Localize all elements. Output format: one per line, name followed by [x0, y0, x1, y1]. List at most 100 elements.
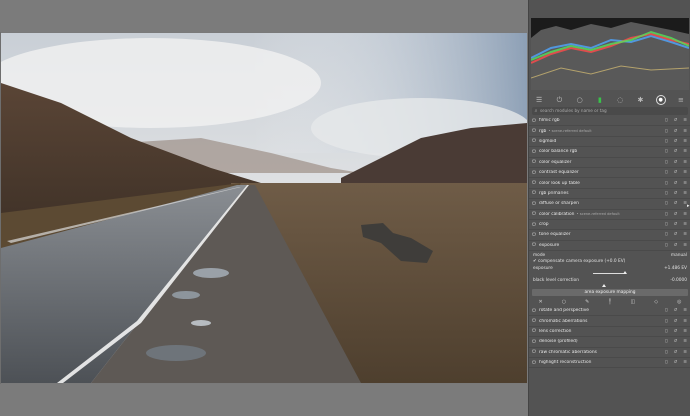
shapes-icon[interactable]: ◇	[654, 299, 658, 305]
multi-instance-icon[interactable]: ▯	[665, 160, 667, 165]
module-denoise-profiled[interactable]: ⏻ denoise (profiled) ▯ ↺ ≡	[529, 337, 690, 348]
blend-icon[interactable]: ◎	[677, 299, 681, 305]
image-canvas[interactable]	[1, 33, 527, 383]
reset-icon[interactable]: ↺	[673, 232, 677, 237]
exposure-slider-knob[interactable]	[623, 271, 627, 274]
black-level-slider[interactable]: black level correction -0.0000	[533, 277, 687, 284]
presets-icon[interactable]: ≡	[683, 222, 687, 227]
pen-icon[interactable]: ✎	[585, 299, 589, 305]
multi-instance-icon[interactable]: ▯	[665, 181, 667, 186]
module-crop[interactable]: ⏻ crop ▯ ↺ ≡	[529, 220, 690, 231]
module-diffuse-or-sharpen[interactable]: ⏻ diffuse or sharpen ▯ ↺ ≡	[529, 199, 690, 210]
power-icon[interactable]: ⏻	[529, 190, 539, 196]
module-lens-correction[interactable]: ⏻ lens correction ▯ ↺ ≡	[529, 327, 690, 338]
module-rgb-primaries[interactable]: ⏻ rgb primaries ▯ ↺ ≡	[529, 189, 690, 200]
reset-icon[interactable]: ↺	[673, 308, 677, 313]
module-tone-equalizer[interactable]: ⏻ tone equalizer ▯ ↺ ≡	[529, 230, 690, 241]
multi-instance-icon[interactable]: ▯	[665, 139, 667, 144]
multi-instance-icon[interactable]: ▯	[665, 350, 667, 355]
module-chromatic-aberrations[interactable]: ⏻ chromatic aberrations ▯ ↺ ≡	[529, 316, 690, 327]
multi-instance-icon[interactable]: ▯	[665, 212, 667, 217]
multi-instance-icon[interactable]: ▯	[665, 129, 667, 134]
power-icon[interactable]: ⏻	[529, 232, 539, 238]
presets-icon[interactable]: ≡	[683, 243, 687, 248]
reset-icon[interactable]: ↺	[673, 139, 677, 144]
presets-icon[interactable]: ≡	[683, 118, 687, 123]
presets-icon[interactable]: ≡	[683, 181, 687, 186]
power-icon[interactable]: ⏻	[529, 149, 539, 155]
reset-icon[interactable]: ↺	[673, 339, 677, 344]
reset-icon[interactable]: ↺	[673, 212, 677, 217]
multi-instance-icon[interactable]: ▯	[665, 329, 667, 334]
multi-instance-icon[interactable]: ▯	[665, 118, 667, 123]
module-sigmoid[interactable]: ⏻ sigmoid ▯ ↺ ≡	[529, 137, 690, 148]
presets-icon[interactable]: ≡	[683, 191, 687, 196]
power-icon[interactable]: ⏻	[529, 159, 539, 165]
module-contrast-equalizer[interactable]: ⏻ contrast equalizer ▯ ↺ ≡	[529, 168, 690, 179]
presets-icon[interactable]: ≡	[683, 232, 687, 237]
sliders-icon[interactable]: ☰	[534, 95, 544, 105]
multi-instance-icon[interactable]: ▯	[665, 232, 667, 237]
reset-icon[interactable]: ↺	[673, 149, 677, 154]
presets-icon[interactable]: ≡	[683, 319, 687, 324]
power-icon[interactable]: ⏻	[529, 180, 539, 186]
presets-icon[interactable]: ≡	[683, 170, 687, 175]
brush-icon[interactable]: ╿	[608, 299, 611, 305]
area-exposure-mapping-section[interactable]: area exposure mapping	[532, 289, 688, 296]
power-icon[interactable]: ⏻	[529, 318, 539, 324]
presets-icon[interactable]: ≡	[683, 212, 687, 217]
module-color-look-up-table[interactable]: ⏻ color look up table ▯ ↺ ≡	[529, 178, 690, 189]
power-icon[interactable]: ⏻	[529, 222, 539, 228]
presets-icon[interactable]: ≡	[683, 350, 687, 355]
multi-instance-icon[interactable]: ▯	[665, 308, 667, 313]
power-icon[interactable]: ⏻	[529, 138, 539, 144]
power-icon[interactable]: ⏻	[529, 360, 539, 366]
reset-icon[interactable]: ↺	[673, 191, 677, 196]
circle-icon[interactable]: ○	[575, 95, 585, 105]
reset-icon[interactable]: ↺	[673, 350, 677, 355]
compensate-checkbox[interactable]: ✔ compensate camera exposure (+0.0 EV)	[533, 258, 687, 265]
color-module-icon[interactable]: ▮	[595, 95, 605, 105]
multi-instance-icon[interactable]: ▯	[665, 243, 667, 248]
power-icon[interactable]: ⏻	[529, 328, 539, 334]
power-icon[interactable]: ⏻	[529, 211, 539, 217]
module-rgb[interactable]: ⏻ rgb • scene-referred default ▯ ↺ ≡	[529, 126, 690, 137]
favorite-icon[interactable]: ●	[655, 95, 666, 105]
reset-icon[interactable]: ↺	[673, 181, 677, 186]
reset-icon[interactable]: ↺	[673, 129, 677, 134]
power-icon[interactable]: ⏻	[529, 339, 539, 345]
reset-icon[interactable]: ↺	[673, 360, 677, 365]
drop-icon[interactable]: ◌	[615, 95, 625, 105]
multi-instance-icon[interactable]: ▯	[665, 360, 667, 365]
reset-icon[interactable]: ↺	[673, 329, 677, 334]
module-filmic-rgb[interactable]: ⏻ filmic rgb ▯ ↺ ≡	[529, 116, 690, 127]
histogram[interactable]	[531, 18, 689, 90]
power-icon[interactable]: ⏻	[529, 128, 539, 134]
reset-icon[interactable]: ↺	[673, 201, 677, 206]
reset-icon[interactable]: ↺	[673, 160, 677, 165]
multi-instance-icon[interactable]: ▯	[665, 319, 667, 324]
power-icon[interactable]: ⏻	[529, 308, 539, 314]
close-icon[interactable]: ✕	[539, 299, 543, 305]
power-icon[interactable]: ⏻	[529, 118, 539, 124]
module-rotate-and-perspective[interactable]: ⏻ rotate and perspective ▯ ↺ ≡	[529, 306, 690, 317]
module-color-balance-rgb[interactable]: ⏻ color balance rgb ▯ ↺ ≡	[529, 147, 690, 158]
power-icon[interactable]: ⏻	[529, 349, 539, 355]
black-level-slider-knob[interactable]	[602, 284, 606, 287]
module-exposure[interactable]: ⏻ exposure ▯ ↺ ≡	[529, 241, 690, 252]
reset-icon[interactable]: ↺	[673, 170, 677, 175]
module-raw-chromatic-aberrations[interactable]: ⏻ raw chromatic aberrations ▯ ↺ ≡	[529, 348, 690, 358]
presets-icon[interactable]: ≡	[683, 308, 687, 313]
power-icon[interactable]: ⏻	[529, 170, 539, 176]
power-icon[interactable]: ⏻	[529, 242, 539, 248]
exposure-slider-track[interactable]	[593, 273, 625, 274]
presets-icon[interactable]: ≡	[683, 339, 687, 344]
reset-icon[interactable]: ↺	[673, 319, 677, 324]
search-input[interactable]: ⌕ search modules by name or tag	[532, 107, 688, 115]
multi-instance-icon[interactable]: ▯	[665, 170, 667, 175]
reset-icon[interactable]: ↺	[673, 118, 677, 123]
presets-icon[interactable]: ≡	[683, 149, 687, 154]
presets-icon[interactable]: ≡	[683, 129, 687, 134]
power-icon[interactable]: ⏻	[554, 95, 564, 105]
circle-icon[interactable]: ○	[562, 299, 566, 305]
